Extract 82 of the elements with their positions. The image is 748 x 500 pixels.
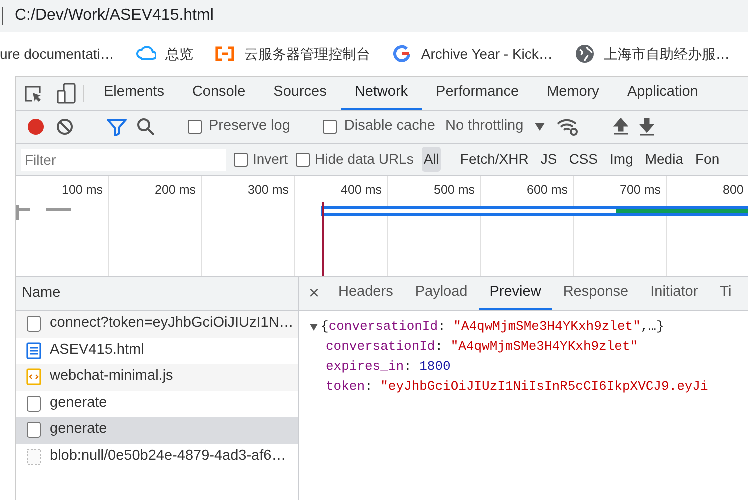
expand-triangle-icon[interactable] (309, 322, 319, 332)
request-name[interactable]: blob:null/0e50b24e-4879-4ad3-af6… (50, 446, 286, 468)
time-tick-label: 300 ms (248, 183, 289, 197)
search-icon[interactable] (137, 118, 155, 136)
checkbox-label[interactable]: Preserve log (209, 116, 290, 138)
type-filter[interactable]: Img (608, 147, 636, 172)
checkbox[interactable] (188, 120, 202, 134)
request-name[interactable]: webchat-minimal.js (50, 366, 174, 388)
script-icon (26, 368, 42, 386)
column-header[interactable]: Name (22, 282, 61, 304)
type-filter[interactable]: CSS (567, 147, 600, 172)
time-tick-label: 400 ms (341, 183, 382, 197)
close-button[interactable]: × (299, 277, 328, 310)
detail-tab[interactable]: Headers (328, 277, 404, 310)
file-icon (26, 315, 42, 334)
json-property: conversationId: "A4qwMjmSMe3H4YKxh9zlet" (325, 338, 640, 356)
detail-tab[interactable]: Initiator (640, 277, 710, 310)
filter-icon[interactable] (107, 118, 127, 136)
request-row[interactable]: generate (16, 417, 298, 444)
type-filter[interactable]: JS (538, 147, 560, 172)
checkbox[interactable] (323, 120, 338, 134)
request-name[interactable]: connect?token=eyJhbGciOiJIUzI1N… (50, 313, 294, 336)
json-property: expires_in: 1800 (325, 358, 452, 376)
panel-tab[interactable]: Elements (90, 77, 178, 110)
bookmark-label[interactable]: 云服务器管理控制台 (244, 44, 370, 64)
time-tick-label: 500 ms (434, 183, 475, 197)
google-icon (392, 44, 412, 64)
record-icon[interactable] (26, 117, 46, 137)
time-tick-label: 800 (723, 183, 744, 197)
request-name[interactable]: ASEV415.html (50, 340, 144, 362)
checkbox[interactable] (234, 152, 248, 166)
panel-tab[interactable]: Sources (260, 77, 341, 110)
json-property: token: "eyJhbGciOiJIUzI1NiIsInR5cCI6IkpXVCJ9.eyJi (325, 378, 710, 396)
checkbox-label[interactable]: Disable cache (344, 116, 436, 138)
clear-icon[interactable] (56, 118, 74, 136)
json-summary: {conversationId: "A4qwMjmSMe3H4YKxh9zlet",…} (321, 318, 664, 336)
caret-icon[interactable] (534, 122, 546, 132)
request-row[interactable]: ASEV415.html (16, 338, 298, 364)
request-row[interactable]: blob:null/0e50b24e-4879-4ad3-af6… (16, 444, 298, 470)
bookmark[interactable]: ure documentati… (0, 44, 114, 64)
time-tick-label: 600 ms (527, 183, 568, 197)
file-icon (26, 421, 42, 440)
network-conditions-icon[interactable] (556, 117, 580, 137)
panel-tab[interactable]: Console (178, 77, 260, 110)
filter-input[interactable]: Filter (21, 148, 226, 170)
type-filter[interactable]: All (422, 147, 442, 172)
type-filter[interactable]: Fetch/XHR (458, 147, 531, 172)
request-name[interactable]: generate (50, 419, 108, 442)
download-icon[interactable] (638, 118, 655, 136)
globe-icon (574, 44, 595, 64)
request-row[interactable]: connect?token=eyJhbGciOiJIUzI1N… (16, 311, 298, 338)
panel-tab[interactable]: Performance (422, 77, 534, 110)
text-cursor (2, 7, 3, 25)
file-icon (26, 394, 42, 413)
request-row[interactable]: generate (16, 390, 298, 417)
throttling-dropdown[interactable]: No throttling (445, 116, 524, 138)
panel-tab[interactable]: Application (613, 77, 712, 110)
address-url[interactable]: C:/Dev/Work/ASEV415.html (15, 4, 214, 28)
checkbox[interactable] (296, 152, 310, 166)
detail-tab[interactable]: Preview (478, 277, 552, 310)
time-tick-label: 100 ms (62, 183, 103, 197)
image-icon (26, 448, 42, 466)
bookmark-label[interactable]: 上海市自助经办服… (604, 44, 730, 64)
bracket-icon (215, 44, 236, 64)
detail-tab[interactable]: Response (552, 277, 640, 310)
bookmark-label[interactable]: Archive Year - Kick… (421, 44, 553, 64)
request-row[interactable]: webchat-minimal.js (16, 364, 298, 390)
request-name[interactable]: generate (50, 392, 108, 415)
type-filter[interactable]: Media (643, 147, 686, 172)
bookmark-label[interactable]: 总览 (165, 44, 194, 64)
type-filter[interactable]: Fon (694, 147, 722, 172)
checkbox-label[interactable]: Invert (253, 149, 288, 170)
time-tick-label: 200 ms (155, 183, 196, 197)
checkbox-label[interactable]: Hide data URLs (315, 149, 414, 170)
device-toolbar-icon[interactable] (57, 82, 77, 104)
time-tick-label: 700 ms (620, 183, 661, 197)
inspect-icon[interactable] (23, 84, 43, 104)
panel-tab[interactable]: Memory (533, 77, 614, 110)
document-icon (26, 342, 42, 360)
detail-tab[interactable]: Payload (404, 277, 479, 310)
upload-icon[interactable] (612, 118, 629, 136)
detail-tab[interactable]: Ti (709, 277, 743, 310)
